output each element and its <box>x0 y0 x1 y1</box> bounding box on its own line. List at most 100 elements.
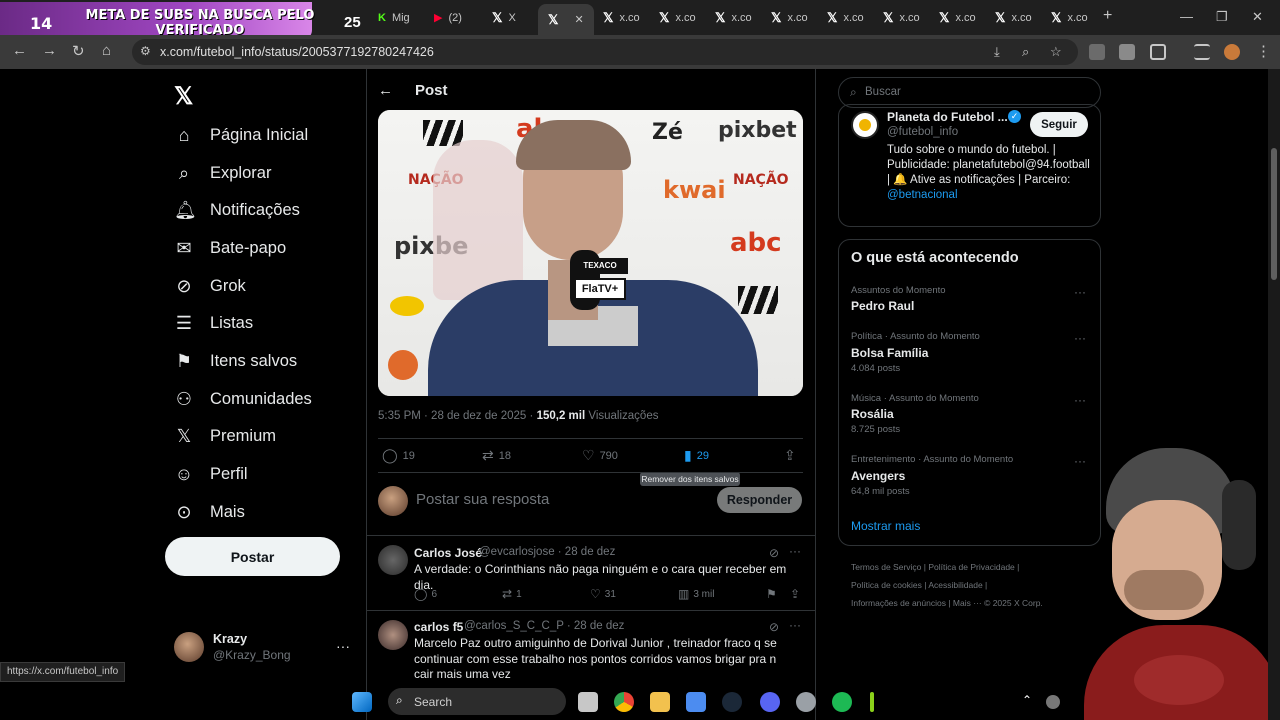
share-button[interactable]: ⇪ <box>790 587 800 601</box>
store-icon[interactable] <box>686 692 706 712</box>
back-arrow-icon[interactable]: ← <box>378 82 393 99</box>
comment-author[interactable]: carlos f5 <box>414 620 463 634</box>
forward-icon[interactable]: → <box>42 42 57 59</box>
menu-icon[interactable]: ⋮ <box>1256 42 1271 60</box>
show-more-link[interactable]: Mostrar mais <box>851 519 920 533</box>
avatar[interactable] <box>378 545 408 575</box>
like-button[interactable]: ♡ 790 <box>582 447 618 464</box>
reply-input[interactable]: Postar sua resposta <box>416 491 549 508</box>
tab-x-co[interactable]: 𝕏x.co <box>659 6 696 29</box>
file-explorer-icon[interactable] <box>650 692 670 712</box>
more-options-icon[interactable]: ··· <box>336 638 350 654</box>
post-button[interactable]: Postar <box>165 537 340 576</box>
extension-icon[interactable] <box>1089 44 1105 60</box>
chrome-icon[interactable] <box>614 692 634 712</box>
account-handle[interactable]: @Krazy_Bong <box>213 648 291 662</box>
tab-x-co[interactable]: 𝕏x.co <box>715 6 752 29</box>
spotify-icon[interactable] <box>832 692 852 712</box>
footer-links[interactable]: Política de cookies | Acessibilidade | <box>851 576 1081 594</box>
tray-icon[interactable] <box>1046 695 1060 709</box>
nav-communities[interactable]: ⚇ Comunidades <box>174 384 312 414</box>
more-options-icon[interactable]: ··· <box>1074 285 1086 299</box>
task-view-icon[interactable] <box>578 692 598 712</box>
bookmark-button[interactable]: ⚑ <box>766 587 777 601</box>
nav-more[interactable]: ⊙ Mais <box>174 497 244 527</box>
x-logo-icon[interactable]: 𝕏 <box>174 82 193 111</box>
footer-links[interactable]: Termos de Serviço | Política de Privacid… <box>851 558 1081 576</box>
nav-profile[interactable]: ☺ Perfil <box>174 459 248 489</box>
account-handle[interactable]: @futebol_info <box>887 126 958 138</box>
tab-x-co[interactable]: 𝕏x.co <box>1051 6 1088 29</box>
tab-x-co[interactable]: 𝕏x.co <box>939 6 976 29</box>
reply-submit-button[interactable]: Responder <box>717 487 802 513</box>
windows-start-icon[interactable] <box>352 692 372 712</box>
tab-kick[interactable]: K Mig <box>378 6 410 29</box>
page-scrollbar[interactable] <box>1268 69 1280 720</box>
back-icon[interactable]: ← <box>12 42 27 59</box>
url-text[interactable]: x.com/futebol_info/status/20053771927802… <box>160 45 434 59</box>
tab-x-co[interactable]: 𝕏x.co <box>827 6 864 29</box>
address-bar[interactable]: ⚙ x.com/futebol_info/status/200537719278… <box>132 39 1078 65</box>
reading-list-icon[interactable] <box>1194 44 1210 60</box>
nav-lists[interactable]: ☰ Listas <box>174 308 253 338</box>
grok-icon[interactable]: ⊘ <box>769 546 779 560</box>
more-options-icon[interactable]: ··· <box>1074 393 1086 407</box>
avatar[interactable] <box>851 111 879 139</box>
nav-premium[interactable]: 𝕏 Premium <box>174 421 276 451</box>
comment-author[interactable]: Carlos José <box>414 546 482 560</box>
avatar[interactable] <box>378 620 408 650</box>
partner-link[interactable]: @betnacional <box>887 189 958 201</box>
new-tab-icon[interactable]: + <box>1103 7 1112 25</box>
steam-icon[interactable] <box>722 692 742 712</box>
app-icon[interactable] <box>870 692 874 712</box>
post-image[interactable]: ab Zé pixbet NAÇÃO NAÇÃO kwai pixbe abc … <box>378 110 803 396</box>
profile-avatar-icon[interactable] <box>1224 44 1240 60</box>
settings-icon[interactable] <box>796 692 816 712</box>
tab-x-co[interactable]: 𝕏x.co <box>771 6 808 29</box>
zoom-icon[interactable]: ⌕ <box>1022 44 1029 60</box>
extension-icon[interactable] <box>1119 44 1135 60</box>
footer-links[interactable]: Informações de anúncios | Mais ··· © 202… <box>851 594 1081 612</box>
site-info-icon[interactable]: ⚙ <box>140 44 151 58</box>
avatar[interactable] <box>174 632 204 662</box>
tab-x-co[interactable]: 𝕏x.co <box>995 6 1032 29</box>
reload-icon[interactable]: ↻ <box>72 42 85 60</box>
views-button[interactable]: ▥ 3 mil <box>678 587 714 601</box>
taskbar-search[interactable]: ⌕ Search <box>388 688 566 715</box>
discord-icon[interactable] <box>760 692 780 712</box>
nav-home[interactable]: ⌂ Página Inicial <box>174 120 309 150</box>
nav-explore[interactable]: ⌕ Explorar <box>174 158 272 188</box>
close-window-icon[interactable]: ✕ <box>1252 9 1263 25</box>
reply-button[interactable]: ◯ 19 <box>382 447 415 464</box>
like-button[interactable]: ♡ 31 <box>590 587 616 601</box>
minimize-icon[interactable]: — <box>1180 9 1193 24</box>
comment-handle[interactable]: @carlos_S_C_C_P · 28 de dez <box>464 620 624 632</box>
nav-bookmarks[interactable]: ⚑ Itens salvos <box>174 346 297 376</box>
install-icon[interactable]: ⤓ <box>994 44 1000 60</box>
grok-icon[interactable]: ⊘ <box>769 620 779 634</box>
more-options-icon[interactable]: ··· <box>789 618 801 632</box>
nav-grok[interactable]: ⊘ Grok <box>174 271 245 301</box>
home-icon[interactable]: ⌂ <box>102 42 111 59</box>
repost-button[interactable]: ⇄ 1 <box>502 587 522 601</box>
tab-x-co[interactable]: 𝕏x.co <box>883 6 920 29</box>
tab-active[interactable]: 𝕏 ✕ <box>538 4 594 35</box>
repost-button[interactable]: ⇄ 18 <box>482 447 511 464</box>
tab-x-co[interactable]: 𝕏x.co <box>603 6 640 29</box>
post-timestamp[interactable]: 5:35 PM · 28 de dez de 2025 · <box>378 410 533 422</box>
tab-youtube[interactable]: ▶ (2) <box>434 6 462 29</box>
tab-x[interactable]: 𝕏X <box>492 6 516 29</box>
nav-messages[interactable]: ✉ Bate-papo <box>174 233 286 263</box>
more-options-icon[interactable]: ··· <box>1074 331 1086 345</box>
more-options-icon[interactable]: ··· <box>789 544 801 558</box>
close-tab-icon[interactable]: ✕ <box>574 13 583 26</box>
chevron-up-icon[interactable]: ⌃ <box>1022 693 1032 707</box>
bookmark-button[interactable]: ▮ 29 <box>684 447 709 464</box>
comment-handle[interactable]: @evcarlosjose · 28 de dez <box>479 546 615 558</box>
account-name[interactable]: Planeta do Futebol ... <box>887 110 1008 124</box>
puzzle-icon[interactable] <box>1150 44 1166 60</box>
reply-button[interactable]: ◯ 6 <box>414 587 437 601</box>
scrollbar-thumb[interactable] <box>1271 148 1277 280</box>
account-name[interactable]: Krazy <box>213 632 247 646</box>
nav-notifications[interactable]: 🔔︎ Notificações <box>174 195 300 225</box>
